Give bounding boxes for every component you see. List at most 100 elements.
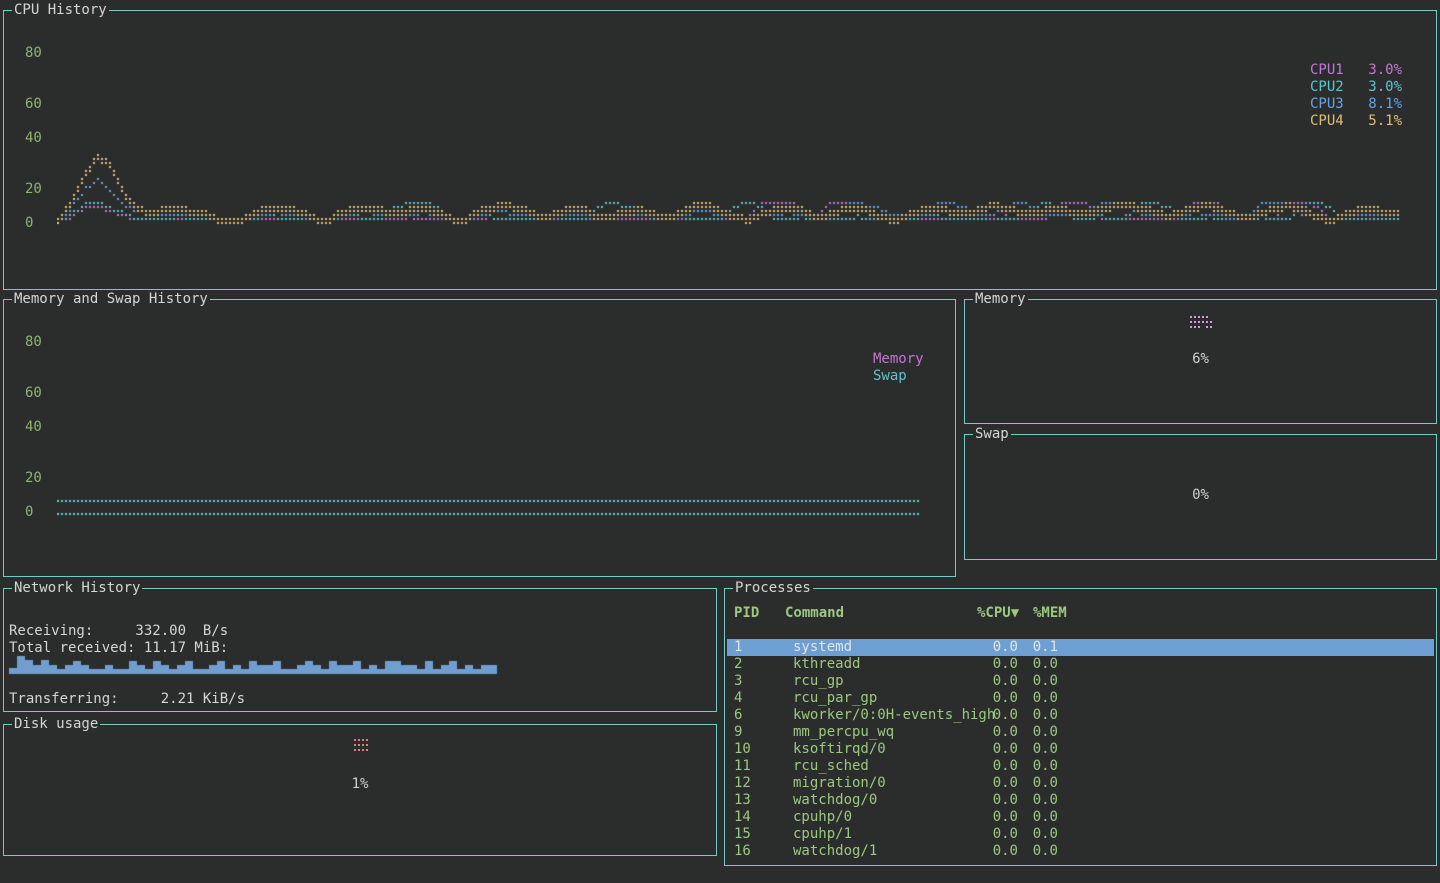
memory-swap-history-panel: Memory and Swap History 806040200 Memory… (3, 299, 956, 577)
gauge-dot (1194, 321, 1196, 323)
process-row[interactable]: 12migration/00.00.0 (727, 775, 1434, 792)
process-pid: 2 (734, 656, 742, 673)
process-row[interactable]: 14cpuhp/00.00.0 (727, 809, 1434, 826)
memory-axis-tick-60: 60 (25, 385, 42, 402)
process-mem-percent: 0.0 (1018, 741, 1058, 758)
process-row[interactable]: 4 rcu_par_gp 0.00.0 (727, 690, 1434, 707)
cpu-axis-tick-0: 0 (25, 215, 33, 232)
gauge-dot (1202, 316, 1204, 318)
gauge-dot (1198, 321, 1200, 323)
gauge-dot (358, 744, 360, 746)
memory-swap-history-title: Memory and Swap History (12, 291, 210, 308)
process-row-selected[interactable]: 1systemd0.00.1 (727, 639, 1434, 656)
process-pid: 10 (734, 741, 751, 758)
gauge-dot (1206, 316, 1208, 318)
cpu-history-title: CPU History (12, 2, 109, 19)
memory-axis-tick-80: 80 (25, 334, 42, 351)
process-cpu-percent: 0.0 (974, 690, 1018, 707)
gauge-dot (354, 744, 356, 746)
gauge-dot (362, 739, 364, 741)
process-command: systemd (793, 639, 852, 656)
process-row[interactable]: 10ksoftirqd/00.00.0 (727, 741, 1434, 758)
network-history-title: Network History (12, 580, 142, 597)
gauge-dot (1198, 316, 1200, 318)
process-cpu-percent: 0.0 (974, 758, 1018, 775)
process-command: cpuhp/0 (793, 809, 852, 826)
process-row[interactable]: 15cpuhp/10.00.0 (727, 826, 1434, 843)
process-row[interactable]: 9mm_percpu_wq0.00.0 (727, 724, 1434, 741)
process-cpu-percent: 0.0 (974, 792, 1018, 809)
process-row[interactable]: 6kworker/0:0H-events_high0.00.0 (727, 707, 1434, 724)
cpu-axis-tick-20: 20 (25, 181, 42, 198)
disk-usage-value: 1% (4, 776, 716, 793)
network-transferring-text: Transferring: 2.21 KiB/s (9, 691, 245, 708)
process-pid: 6 (734, 707, 742, 724)
process-command: rcu_sched (793, 758, 869, 775)
process-pid: 3 (734, 673, 742, 690)
network-receiving-chart (6, 649, 506, 675)
gauge-dot (362, 749, 364, 751)
process-mem-percent: 0.0 (1018, 792, 1058, 809)
swap-gauge-panel: Swap 0% (964, 434, 1437, 560)
process-mem-percent: 0.0 (1018, 843, 1058, 860)
processes-title: Processes (733, 580, 813, 597)
process-mem-percent: 0.0 (1018, 758, 1058, 775)
memory-gauge-value: 6% (965, 351, 1436, 368)
memory-gauge-panel: Memory 6% (964, 299, 1437, 424)
gauge-dot (366, 739, 368, 741)
gauge-dot (1190, 316, 1192, 318)
memory-axis-tick-40: 40 (25, 419, 42, 436)
process-cpu-percent: 0.0 (974, 724, 1018, 741)
process-command: ksoftirqd/0 (793, 741, 886, 758)
gauge-dot (1210, 326, 1212, 328)
disk-usage-title: Disk usage (12, 716, 100, 733)
process-mem-percent: 0.0 (1018, 690, 1058, 707)
system-monitor-screen: { "colors": { "background": "#2b2d2d", "… (0, 0, 1440, 883)
memory-gauge-title: Memory (973, 291, 1028, 308)
memory-axis-tick-0: 0 (25, 504, 33, 521)
column-header-cpu-sorted-desc[interactable]: %CPU▼ (977, 605, 1019, 622)
process-mem-percent: 0.0 (1018, 826, 1058, 843)
process-mem-percent: 0.0 (1018, 707, 1058, 724)
process-mem-percent: 0.0 (1018, 809, 1058, 826)
process-command: watchdog/0 (793, 792, 877, 809)
gauge-dot (362, 744, 364, 746)
memory-axis-tick-20: 20 (25, 470, 42, 487)
gauge-dot (1198, 326, 1200, 328)
gauge-dot (358, 739, 360, 741)
gauge-dot (1206, 326, 1208, 328)
memory-swap-legend-swap: Swap (873, 368, 907, 385)
process-cpu-percent: 0.0 (974, 775, 1018, 792)
process-pid: 14 (734, 809, 751, 826)
disk-usage-panel: Disk usage 1% (3, 724, 717, 856)
column-header-mem[interactable]: %MEM (1033, 605, 1067, 622)
process-row[interactable]: 2kthreadd0.00.0 (727, 656, 1434, 673)
cpu-axis-tick-80: 80 (25, 45, 42, 62)
swap-gauge-value: 0% (965, 487, 1436, 504)
process-command: mm_percpu_wq (793, 724, 894, 741)
gauge-dot (1202, 321, 1204, 323)
process-row[interactable]: 16watchdog/10.00.0 (727, 843, 1434, 860)
swap-gauge-title: Swap (973, 426, 1011, 443)
process-pid: 4 (734, 690, 742, 707)
process-mem-percent: 0.0 (1018, 775, 1058, 792)
process-row[interactable]: 3rcu_gp0.00.0 (727, 673, 1434, 690)
cpu-history-panel: CPU History 806040200 CPU13.0%CPU23.0%CP… (3, 10, 1437, 290)
process-command: rcu_par_gp (793, 690, 877, 707)
process-command: rcu_gp (793, 673, 844, 690)
gauge-dot (1190, 326, 1192, 328)
process-pid: 16 (734, 843, 751, 860)
gauge-dot (1206, 321, 1208, 323)
process-command: cpuhp/1 (793, 826, 852, 843)
process-pid: 1 (734, 639, 742, 656)
process-pid: 9 (734, 724, 742, 741)
column-header-pid[interactable]: PID (734, 605, 759, 622)
process-cpu-percent: 0.0 (974, 673, 1018, 690)
gauge-dot (366, 749, 368, 751)
process-pid: 11 (734, 758, 751, 775)
gauge-dot (354, 739, 356, 741)
process-row[interactable]: 13watchdog/00.00.0 (727, 792, 1434, 809)
column-header-command[interactable]: Command (785, 605, 844, 622)
process-row[interactable]: 11 rcu_sched 0.00.0 (727, 758, 1434, 775)
gauge-dot (1190, 321, 1192, 323)
